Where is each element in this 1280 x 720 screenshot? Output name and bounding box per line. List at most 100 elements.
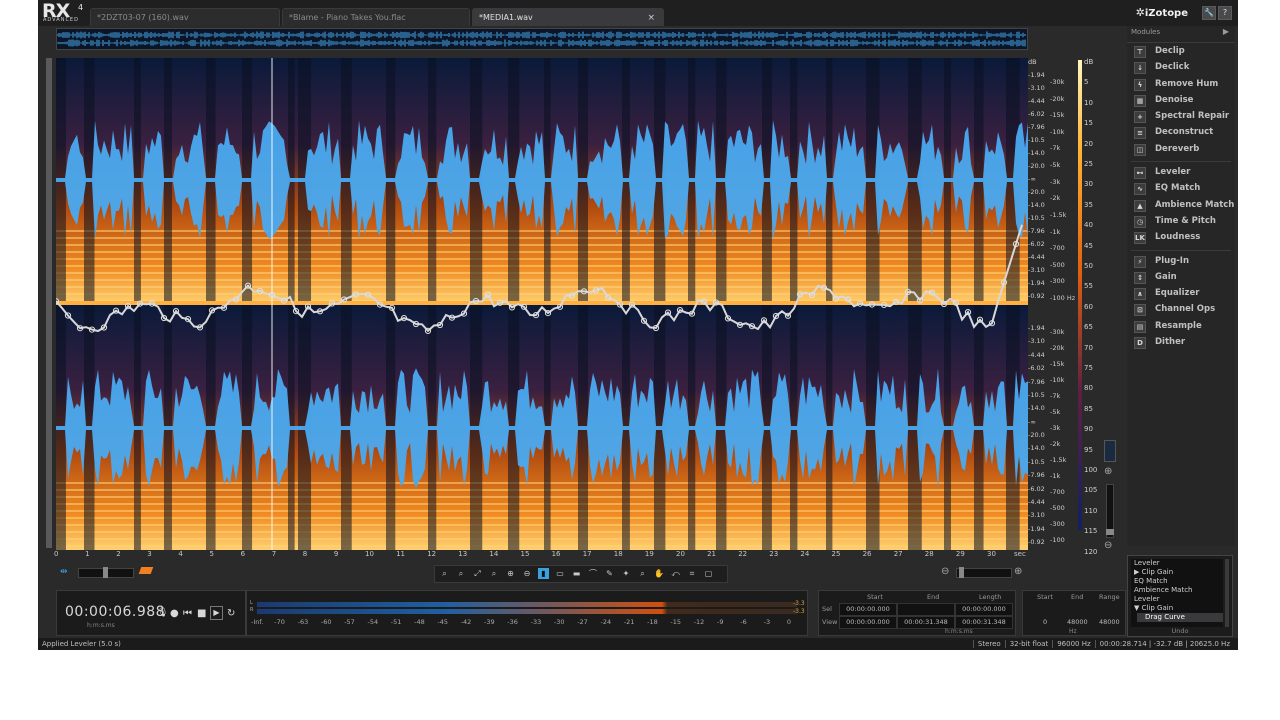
module-channel-ops[interactable]: ⊡ Channel Ops (1127, 301, 1235, 317)
zoom-time-icon[interactable]: ⌕ (439, 568, 450, 579)
logo-edition: ADVANCED (43, 17, 79, 23)
slider-thumb[interactable] (103, 567, 108, 578)
undo-item-selected[interactable]: Drag Curve (1137, 613, 1223, 622)
zoom-slider[interactable] (956, 567, 1012, 578)
settings-icon[interactable]: 🔧 (1202, 6, 1216, 20)
record-button[interactable]: ● (170, 608, 179, 619)
db-tick-label: -7.96 (1028, 471, 1045, 480)
spectrogram-toggle-icon[interactable] (138, 567, 154, 574)
time-tick-label: 29 (955, 550, 965, 558)
microphone-icon[interactable]: 🎙 (157, 608, 168, 618)
color-scale-label: 85 (1084, 404, 1093, 413)
tab-file-2[interactable]: *Blame - Piano Takes You.flac (282, 8, 470, 26)
freq-select-icon[interactable]: ▬ (571, 568, 582, 579)
module-eq-match[interactable]: ∿ EQ Match (1127, 180, 1235, 196)
undo-label: Undo (1171, 627, 1189, 635)
zoom-in-icon[interactable]: ⊕ (505, 568, 516, 579)
expand-arrow-icon[interactable]: ▶ (1223, 27, 1229, 36)
module-declip[interactable]: ⊤ Declip (1127, 43, 1235, 59)
hand-icon[interactable]: ✋ (654, 568, 665, 579)
zoom-freq-icon[interactable]: ⌕ (456, 568, 467, 579)
sel-end-field[interactable] (897, 603, 955, 616)
rewind-button[interactable]: ⏮ (183, 608, 192, 619)
color-scale-label: 25 (1084, 160, 1093, 168)
module-declick[interactable]: ↓ Declick (1127, 59, 1235, 75)
meter-tick-label: -51 (390, 618, 402, 626)
module-gain[interactable]: ↕ Gain (1127, 269, 1235, 285)
module-equalizer[interactable]: ∧ Equalizer (1127, 285, 1235, 301)
vertical-zoom-slider[interactable] (1106, 484, 1114, 538)
spectrogram-view[interactable] (56, 58, 1028, 550)
module-resample[interactable]: ▤ Resample (1127, 318, 1235, 334)
close-tab-icon[interactable]: × (647, 9, 655, 27)
time-tick-label: 23 (769, 550, 779, 558)
undo-item[interactable]: Ambience Match (1131, 586, 1223, 595)
freq-unit: Hz (1069, 628, 1077, 635)
undo-item[interactable]: ▶ Clip Gain (1131, 568, 1223, 577)
grid-icon[interactable]: ⌗ (687, 568, 698, 579)
zoom-fit-icon[interactable]: ⤢ (472, 568, 483, 579)
hz-tick-label: -2k (1050, 440, 1061, 448)
vertical-zoom-in-icon[interactable]: ⊕ (1104, 466, 1112, 477)
undo-item[interactable]: Leveler (1131, 595, 1223, 604)
rect-select-icon[interactable]: ▭ (555, 568, 566, 579)
undo-scrollbar[interactable] (1225, 559, 1229, 627)
vertical-zoom-thumb[interactable] (1106, 529, 1114, 535)
module-remove-hum[interactable]: ϟ Remove Hum (1127, 76, 1235, 92)
waveform-opacity-slider[interactable] (78, 567, 134, 578)
freq-range-field[interactable]: 48000 (1099, 618, 1120, 626)
module-dither[interactable]: D Dither (1127, 334, 1235, 350)
module-leveler[interactable]: ⊷ Leveler (1127, 164, 1235, 180)
zoom-out-icon[interactable]: ⊖ (941, 566, 949, 577)
module-plug-in[interactable]: ⚡ Plug-In (1127, 253, 1235, 269)
waveform-overview[interactable] (56, 28, 1028, 50)
module-ambience-match[interactable]: ▲ Ambience Match (1127, 197, 1235, 213)
zoom-out-icon[interactable]: ⊖ (522, 568, 533, 579)
magic-wand-icon[interactable]: ✦ (621, 568, 632, 579)
undo-item[interactable]: ▼ Clip Gain (1131, 604, 1223, 613)
zoom-in-icon[interactable]: ⊕ (1014, 566, 1022, 577)
vertical-zoom-preview[interactable] (1104, 440, 1116, 462)
loop-button[interactable]: ↻ (227, 608, 235, 619)
module-time-pitch[interactable]: ◷ Time & Pitch (1127, 213, 1235, 229)
brush-icon[interactable]: ✎ (604, 568, 615, 579)
module-loudness[interactable]: LK Loudness (1127, 229, 1235, 245)
overview-waveform (56, 31, 1026, 47)
stop-button[interactable]: ■ (197, 608, 206, 619)
tab-file-3[interactable]: *MEDIA1.wav × (472, 8, 664, 26)
view-start-field[interactable]: 00:00:00.000 (839, 616, 897, 629)
zoom-selection-icon[interactable]: ⌕ (489, 568, 500, 579)
undo-tool-icon[interactable]: ⤺ (670, 568, 681, 579)
undo-history-list[interactable]: Leveler ▶ Clip Gain EQ Match Ambience Match… (1131, 559, 1223, 627)
module-denoise[interactable]: ▦ Denoise (1127, 92, 1235, 108)
play-button[interactable]: ▶ (210, 606, 223, 620)
hz-tick-label: -30k (1050, 328, 1065, 336)
zoom-slider-thumb[interactable] (959, 567, 964, 578)
meter-l-label: L (250, 600, 253, 606)
module-dereverb[interactable]: ◫ Dereverb (1127, 141, 1235, 157)
module-label: Deconstruct (1155, 127, 1214, 138)
tab-file-1[interactable]: *2DZT03-07 (160).wav (90, 8, 280, 26)
vertical-zoom-out-icon[interactable]: ⊖ (1104, 540, 1112, 551)
freq-start-field[interactable]: 0 (1043, 618, 1047, 626)
sel-length-field[interactable]: 00:00:00.000 (955, 603, 1013, 616)
waveform-toggle-icon[interactable]: ⇹ (60, 567, 68, 577)
vertical-scrollbar[interactable] (46, 58, 52, 548)
sel-start-field[interactable]: 00:00:00.000 (839, 603, 897, 616)
lasso-icon[interactable]: ⌒ (588, 568, 599, 579)
undo-item[interactable]: EQ Match (1131, 577, 1223, 586)
db-tick-label: -3.10 (1028, 84, 1045, 92)
module-deconstruct[interactable]: ≡ Deconstruct (1127, 124, 1235, 140)
meter-tick-label: -42 (460, 618, 472, 626)
meter-tick-label: -21 (623, 618, 635, 626)
time-tick-label: 8 (302, 550, 308, 558)
clear-icon[interactable]: ▢ (703, 568, 714, 579)
help-icon[interactable]: ? (1218, 6, 1232, 20)
undo-item[interactable]: Leveler (1131, 559, 1223, 568)
freq-end-field[interactable]: 48000 (1067, 618, 1088, 626)
dereverb-icon: ◫ (1134, 143, 1146, 156)
find-similar-icon[interactable]: ⌕ (637, 568, 648, 579)
hz-tick-label: -300 (1050, 277, 1065, 286)
module-spectral-repair[interactable]: + Spectral Repair (1127, 108, 1235, 124)
time-select-icon[interactable]: ▮ (538, 568, 549, 579)
